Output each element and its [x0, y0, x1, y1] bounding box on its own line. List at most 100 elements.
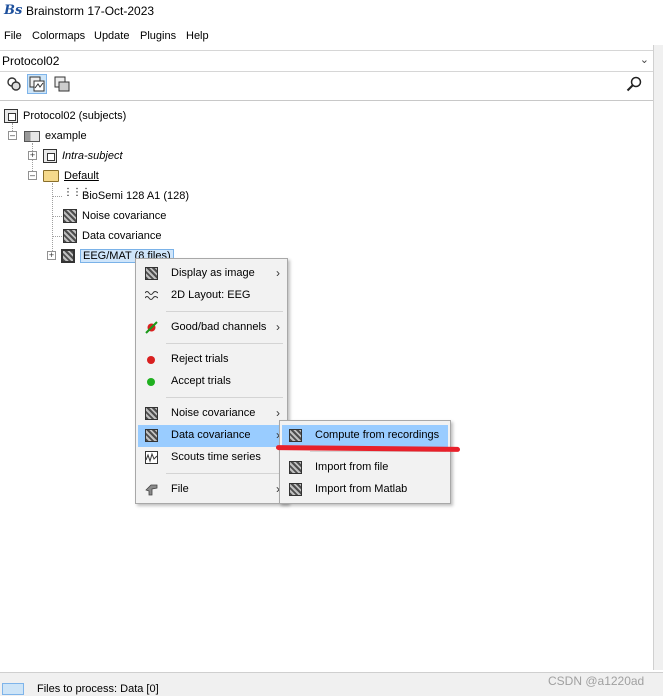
tree-connector [52, 196, 62, 197]
matrix-icon [145, 429, 158, 442]
green-dot-icon [147, 378, 155, 386]
menu-help[interactable]: Help [186, 30, 209, 42]
chevron-down-icon[interactable]: ⌄ [640, 53, 649, 66]
scout-icon [145, 451, 158, 464]
menu-item-label: Noise covariance [171, 407, 256, 419]
search-icon [626, 76, 642, 92]
window-title: Brainstorm 17-Oct-2023 [26, 4, 155, 18]
tree-node-label: Noise covariance [82, 210, 167, 222]
tree-node-protocol[interactable]: Protocol02 (subjects) [4, 107, 126, 125]
matrix-icon [289, 429, 302, 442]
menu-item-label: Import from Matlab [315, 483, 408, 495]
expand-icon[interactable]: + [47, 251, 56, 260]
tree-connector [52, 183, 53, 257]
tree-node-label: Protocol02 (subjects) [23, 110, 127, 122]
menu-item-label: Compute from recordings [315, 429, 440, 441]
menu-item-label: Display as image [171, 267, 255, 279]
menu-item-label: File [171, 483, 189, 495]
context-menu: Display as image › 2D Layout: EEG Good/b… [135, 258, 288, 504]
menu-file[interactable]: File [4, 30, 22, 42]
menu-separator [166, 343, 283, 344]
matrix-icon [289, 461, 302, 474]
chevron-right-icon: › [276, 406, 280, 420]
database-tree: Protocol02 (subjects) – example + Intra-… [0, 100, 653, 671]
waves-icon [145, 291, 158, 300]
menu-item-label: Accept trials [171, 375, 231, 387]
menu-item-label: Import from file [315, 461, 389, 473]
menu-item-scouts-time-series[interactable]: Scouts time series [138, 447, 285, 469]
protocol-icon [4, 109, 18, 123]
tree-connector [52, 236, 62, 237]
menu-item-reject-trials[interactable]: Reject trials [138, 349, 285, 371]
subjects-view-icon [7, 77, 21, 91]
data-list-icon [61, 249, 75, 263]
protocol-selector-value: Protocol02 [2, 54, 60, 68]
tree-connector [52, 216, 62, 217]
menu-item-good-bad-channels[interactable]: Good/bad channels › [138, 317, 285, 339]
menu-item-compute-from-recordings[interactable]: Compute from recordings [282, 425, 448, 447]
tree-node-default[interactable]: Default [43, 167, 99, 185]
studies-view-icon [54, 76, 70, 92]
expand-icon[interactable]: + [28, 151, 37, 160]
chevron-right-icon: › [276, 320, 280, 334]
menu-item-label: 2D Layout: EEG [171, 289, 251, 301]
collapse-icon[interactable]: – [28, 171, 37, 180]
functional-view-icon [29, 76, 45, 92]
tree-node-label: Default [64, 170, 99, 182]
menu-colormaps[interactable]: Colormaps [32, 30, 85, 42]
intra-subject-icon [43, 149, 57, 163]
app-logo: Bs [4, 3, 23, 18]
tree-node-intra-subject[interactable]: Intra-subject [43, 147, 123, 165]
menu-item-label: Data covariance [171, 429, 251, 441]
tree-node-data-covariance[interactable]: Data covariance [63, 227, 162, 245]
status-text: Files to process: Data [0] [37, 683, 159, 695]
matrix-icon [63, 229, 77, 243]
tree-node-label: Data covariance [82, 230, 162, 242]
menu-item-label: Good/bad channels [171, 321, 267, 333]
matrix-icon [63, 209, 77, 223]
menu-separator [166, 473, 283, 474]
tree-node-label: BioSemi 128 A1 (128) [82, 190, 190, 202]
title-bar: Bs Brainstorm 17-Oct-2023 [0, 0, 663, 24]
studies-view-button[interactable] [52, 74, 72, 94]
menu-separator [166, 311, 283, 312]
channel-icon: ⋮⋮⋮ [63, 187, 91, 198]
tree-node-label: Intra-subject [62, 150, 123, 162]
toolbar [0, 72, 653, 98]
protocol-selector[interactable]: Protocol02 ⌄ [0, 50, 653, 72]
tree-node-label: example [45, 130, 87, 142]
subjects-view-button[interactable] [4, 74, 24, 94]
tree-node-subject[interactable]: example [24, 127, 87, 145]
collapse-icon[interactable]: – [8, 131, 17, 140]
subject-icon [24, 130, 40, 142]
tools-icon [145, 484, 158, 496]
search-button[interactable] [624, 74, 644, 94]
menu-item-import-from-file[interactable]: Import from file [282, 457, 448, 479]
folder-icon [43, 170, 59, 182]
good-bad-icon [145, 321, 158, 334]
chevron-right-icon: › [276, 266, 280, 280]
process-files-icon[interactable] [2, 683, 24, 695]
watermark: CSDN @a1220ad [548, 674, 645, 688]
matrix-icon [145, 267, 158, 280]
menu-item-noise-covariance[interactable]: Noise covariance › [138, 403, 285, 425]
matrix-icon [289, 483, 302, 496]
menu-item-2d-layout[interactable]: 2D Layout: EEG [138, 285, 285, 307]
menu-item-file[interactable]: File › [138, 479, 285, 501]
menu-plugins[interactable]: Plugins [140, 30, 176, 42]
menu-item-display-as-image[interactable]: Display as image › [138, 263, 285, 285]
menu-item-label: Reject trials [171, 353, 229, 365]
menu-item-data-covariance[interactable]: Data covariance › [138, 425, 285, 447]
functional-view-button[interactable] [27, 74, 47, 94]
tree-node-noise-covariance[interactable]: Noise covariance [63, 207, 166, 225]
red-dot-icon [147, 356, 155, 364]
data-covariance-submenu: Compute from recordings Import from file… [279, 420, 451, 504]
matrix-icon [145, 407, 158, 420]
menu-separator [166, 397, 283, 398]
menu-item-label: Scouts time series [171, 451, 261, 463]
menu-item-import-from-matlab[interactable]: Import from Matlab [282, 479, 448, 501]
menu-item-accept-trials[interactable]: Accept trials [138, 371, 285, 393]
tree-node-channel-file[interactable]: ⋮⋮⋮ BioSemi 128 A1 (128) [63, 187, 189, 205]
menu-update[interactable]: Update [94, 30, 129, 42]
side-scroll-strip [653, 45, 663, 670]
